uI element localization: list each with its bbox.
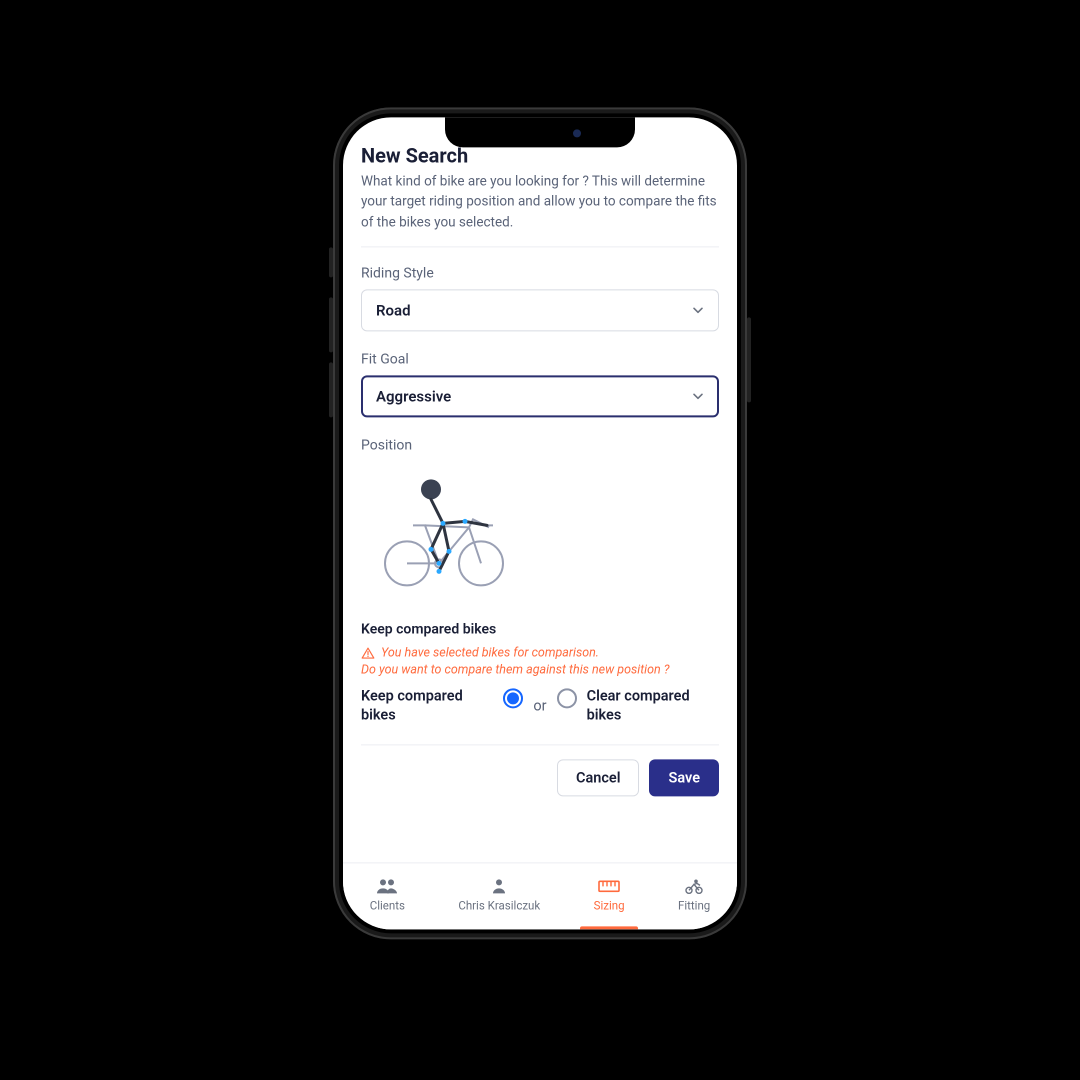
compare-options: Keep compared bikes or Clear compared bi… — [361, 687, 719, 725]
phone-screen: New Search What kind of bike are you loo… — [343, 117, 737, 929]
position-illustration — [361, 461, 719, 601]
nav-sizing[interactable]: Sizing — [594, 877, 625, 912]
phone-mute-switch — [329, 247, 333, 277]
chevron-down-icon — [692, 390, 704, 402]
option-clear-label: Clear compared bikes — [587, 687, 697, 725]
nav-label: Fitting — [678, 898, 710, 912]
option-keep-label: Keep compared bikes — [361, 687, 471, 725]
dialog-footer: Cancel Save — [361, 745, 719, 797]
person-icon — [491, 877, 507, 895]
field-position: Position — [361, 437, 719, 601]
phone-notch — [445, 117, 635, 147]
warning-text-2: Do you want to compare them against this… — [361, 662, 719, 677]
nav-label: Clients — [370, 898, 405, 912]
phone-frame: New Search What kind of bike are you loo… — [333, 107, 747, 939]
warning-icon — [361, 646, 375, 660]
nav-client-profile[interactable]: Chris Krasilczuk — [458, 877, 540, 912]
fit-goal-label: Fit Goal — [361, 351, 719, 367]
phone-volume-up — [329, 297, 333, 352]
page-intro: What kind of bike are you looking for ? … — [361, 171, 719, 232]
fit-goal-value: Aggressive — [376, 387, 451, 405]
phone-power-button — [747, 317, 751, 402]
keep-compared-label: Keep compared bikes — [361, 621, 719, 637]
people-icon — [376, 877, 398, 895]
position-label: Position — [361, 437, 719, 453]
radio-clear[interactable] — [557, 688, 577, 708]
ruler-icon — [598, 877, 620, 895]
bottom-nav: Clients Chris Krasilczuk Sizing — [343, 862, 737, 929]
divider — [361, 246, 719, 247]
riding-style-label: Riding Style — [361, 265, 719, 281]
field-fit-goal: Fit Goal Aggressive — [361, 351, 719, 417]
phone-volume-down — [329, 362, 333, 417]
riding-style-value: Road — [376, 301, 411, 319]
radio-keep[interactable] — [503, 688, 523, 708]
fit-goal-select[interactable]: Aggressive — [361, 375, 719, 417]
cancel-button[interactable]: Cancel — [557, 760, 640, 797]
cyclist-icon — [684, 877, 704, 895]
save-button[interactable]: Save — [649, 760, 719, 797]
riding-style-select[interactable]: Road — [361, 289, 719, 331]
or-separator: or — [533, 697, 546, 714]
nav-clients[interactable]: Clients — [370, 877, 405, 912]
warning-text-1: You have selected bikes for comparison. — [381, 645, 599, 660]
chevron-down-icon — [692, 304, 704, 316]
field-riding-style: Riding Style Road — [361, 265, 719, 331]
keep-compared-section: Keep compared bikes You have selected bi… — [361, 621, 719, 725]
nav-label: Sizing — [594, 898, 625, 912]
nav-label: Chris Krasilczuk — [458, 898, 540, 912]
nav-fitting[interactable]: Fitting — [678, 877, 710, 912]
